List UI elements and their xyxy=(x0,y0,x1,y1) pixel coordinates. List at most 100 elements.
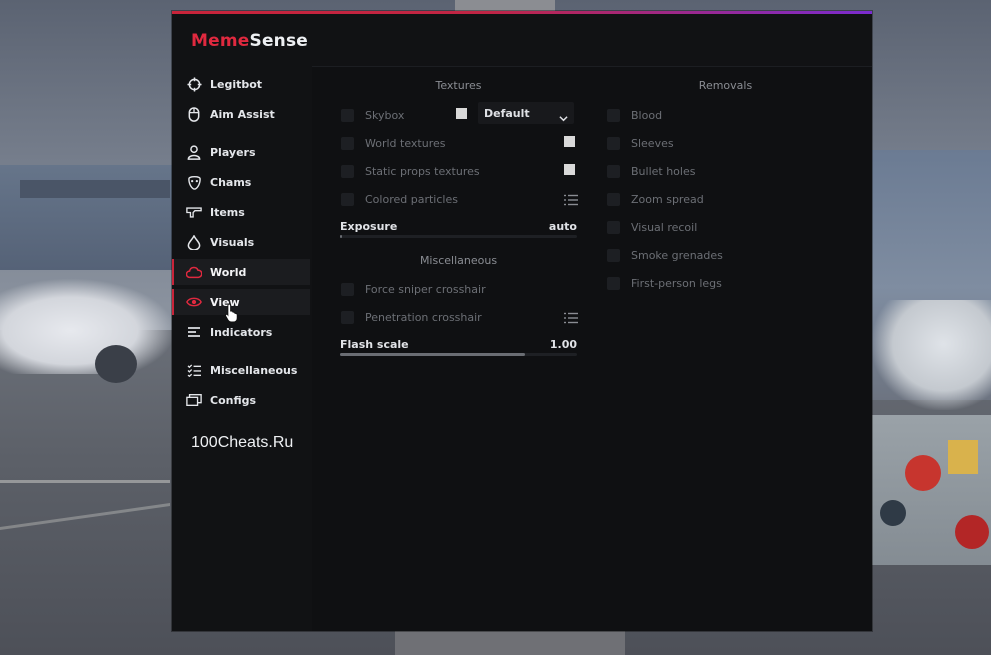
sidebar-item-legitbot[interactable]: Legitbot xyxy=(172,71,310,97)
logo-part-sense: Sense xyxy=(249,31,309,51)
option-label: Bullet holes xyxy=(631,165,696,178)
slider-fill xyxy=(340,353,525,356)
option-force-sniper-crosshair[interactable]: Force sniper crosshair xyxy=(341,281,581,299)
chevron-down-icon xyxy=(559,108,568,122)
sidebar-item-label: Aim Assist xyxy=(210,107,275,121)
checkbox[interactable] xyxy=(341,311,354,324)
main-panel: Textures Skybox Default World textures S… xyxy=(312,14,872,631)
checkbox[interactable] xyxy=(341,193,354,206)
checkbox[interactable] xyxy=(607,193,620,206)
option-bullet-holes[interactable]: Bullet holes xyxy=(607,163,847,181)
flash-scale-value: 1.00 xyxy=(549,338,577,351)
sidebar-item-label: Chams xyxy=(210,175,252,189)
option-colored-particles[interactable]: Colored particles xyxy=(341,191,581,209)
option-label: Force sniper crosshair xyxy=(365,283,486,296)
gun-icon xyxy=(186,204,202,220)
checkbox[interactable] xyxy=(341,109,354,122)
option-label: Visual recoil xyxy=(631,221,698,234)
checkbox[interactable] xyxy=(607,277,620,290)
option-visual-recoil[interactable]: Visual recoil xyxy=(607,219,847,237)
sticker xyxy=(955,515,989,549)
person-icon xyxy=(186,144,202,160)
airplane xyxy=(0,278,176,374)
sticker xyxy=(905,455,941,491)
sidebar-item-world[interactable]: World xyxy=(172,259,310,285)
option-label: Skybox xyxy=(365,109,405,122)
airplane-right xyxy=(872,300,991,410)
color-swatch[interactable] xyxy=(564,136,575,147)
folders-icon xyxy=(186,392,202,408)
skybox-dropdown[interactable]: Default xyxy=(478,102,574,124)
runway-marking xyxy=(0,480,170,483)
exposure-slider[interactable] xyxy=(340,235,577,238)
checkbox[interactable] xyxy=(607,109,620,122)
settings-list-icon[interactable] xyxy=(564,191,578,206)
option-label: Smoke grenades xyxy=(631,249,723,262)
sidebar-item-label: Configs xyxy=(210,393,257,407)
logo: MemeSense xyxy=(191,31,308,51)
sidebar-item-label: Legitbot xyxy=(210,77,263,91)
lines-icon xyxy=(186,324,202,340)
option-blood[interactable]: Blood xyxy=(607,107,847,125)
section-title-miscellaneous: Miscellaneous xyxy=(419,254,498,267)
sidebar-item-indicators[interactable]: Indicators xyxy=(172,319,310,345)
sidebar-item-label: Players xyxy=(210,145,256,159)
sidebar-item-label: Miscellaneous xyxy=(210,363,298,377)
sidebar: MemeSense Legitbot Aim Assist Players Ch xyxy=(172,14,312,631)
sidebar-item-aim-assist[interactable]: Aim Assist xyxy=(172,101,310,127)
option-label: First-person legs xyxy=(631,277,722,290)
option-smoke-grenades[interactable]: Smoke grenades xyxy=(607,247,847,265)
terminal-sign xyxy=(20,180,170,198)
sidebar-item-view[interactable]: View xyxy=(172,289,310,315)
option-label: Static props textures xyxy=(365,165,480,178)
option-label: Zoom spread xyxy=(631,193,704,206)
checkbox[interactable] xyxy=(607,165,620,178)
sidebar-item-miscellaneous[interactable]: Miscellaneous xyxy=(172,357,310,383)
checkbox[interactable] xyxy=(607,221,620,234)
checkbox[interactable] xyxy=(607,249,620,262)
sidebar-item-players[interactable]: Players xyxy=(172,139,310,165)
color-swatch[interactable] xyxy=(564,164,575,175)
sticker xyxy=(948,440,978,474)
watermark: 100Cheats.Ru xyxy=(191,434,294,451)
airplane-engine xyxy=(95,345,137,383)
logo-part-meme: Meme xyxy=(191,31,250,51)
flash-scale-slider[interactable] xyxy=(340,353,577,356)
option-sleeves[interactable]: Sleeves xyxy=(607,135,847,153)
section-title-removals: Removals xyxy=(698,79,753,92)
option-zoom-spread[interactable]: Zoom spread xyxy=(607,191,847,209)
sticker xyxy=(880,500,906,526)
color-swatch[interactable] xyxy=(456,108,467,119)
sidebar-item-items[interactable]: Items xyxy=(172,199,310,225)
checkbox[interactable] xyxy=(341,283,354,296)
exposure-label: Exposure xyxy=(340,220,398,233)
sidebar-item-label: World xyxy=(210,265,247,279)
player-model-bottom xyxy=(395,628,625,655)
mouse-cursor-icon xyxy=(225,303,239,323)
option-label: Colored particles xyxy=(365,193,458,206)
exposure-value: auto xyxy=(548,220,577,233)
sidebar-item-chams[interactable]: Chams xyxy=(172,169,310,195)
cloud-icon xyxy=(186,264,202,280)
option-static-props-textures[interactable]: Static props textures xyxy=(341,163,581,181)
option-label: Penetration crosshair xyxy=(365,311,482,324)
sidebar-item-label: Items xyxy=(210,205,245,219)
sidebar-item-visuals[interactable]: Visuals xyxy=(172,229,310,255)
option-first-person-legs[interactable]: First-person legs xyxy=(607,275,847,293)
checklist-icon xyxy=(186,362,202,378)
slider-fill xyxy=(340,235,343,238)
mask-icon xyxy=(186,174,202,190)
checkbox[interactable] xyxy=(341,165,354,178)
option-penetration-crosshair[interactable]: Penetration crosshair xyxy=(341,309,581,327)
section-title-textures: Textures xyxy=(435,79,482,92)
sidebar-item-label: Visuals xyxy=(210,235,255,249)
option-world-textures[interactable]: World textures xyxy=(341,135,581,153)
settings-list-icon[interactable] xyxy=(564,309,578,324)
crosshair-icon xyxy=(186,76,202,92)
sidebar-item-configs[interactable]: Configs xyxy=(172,387,310,413)
mouse-icon xyxy=(186,106,202,122)
checkbox[interactable] xyxy=(341,137,354,150)
dropdown-value: Default xyxy=(484,107,530,120)
checkbox[interactable] xyxy=(607,137,620,150)
cheat-menu-window: MemeSense Legitbot Aim Assist Players Ch xyxy=(172,11,872,631)
